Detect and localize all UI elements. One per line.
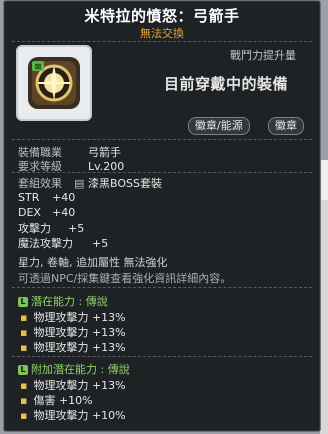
stat-value: +40 [52, 191, 76, 204]
legendary-badge-icon: L [18, 297, 28, 307]
additional-potential-header: L 附加潛在能力 : 傳說 [18, 361, 130, 377]
emblem-icon: ⊠ [28, 57, 80, 109]
enhance-status-text: 星力, 卷軸, 追加屬性 無法強化 [18, 256, 168, 269]
divider [12, 41, 312, 42]
set-effect-label: 套組效果 [18, 177, 62, 190]
bullet-icon: ▪ [20, 326, 28, 339]
stat-value: +5 [68, 222, 85, 235]
power-increase-label: 戰鬥力提升量 [230, 49, 296, 62]
bullet-icon: ▪ [20, 379, 28, 392]
stat-value: +40 [52, 206, 76, 219]
item-icon-frame: ⊠ [16, 45, 92, 121]
bullet-icon: ▪ [20, 341, 28, 354]
stat-row-str: STR +40 [18, 191, 75, 204]
tag-emblem: 徽章 [268, 117, 304, 135]
background-panel [320, 200, 328, 434]
stat-value: +5 [92, 237, 109, 250]
stat-name: DEX [18, 206, 41, 219]
item-name: 米特拉的憤怒：弓箭手 [84, 7, 240, 25]
stat-row-dex: DEX +40 [18, 206, 75, 219]
window-edge [320, 160, 328, 200]
stat-name: STR [18, 191, 40, 204]
stat-row-magic-attack: 魔法攻擊力 +5 [18, 235, 108, 251]
potential-header: L 潛在能力 : 傳說 [18, 293, 108, 309]
svg-text:⊠: ⊠ [35, 62, 42, 71]
trade-status: 無法交換 [140, 27, 184, 40]
set-effect-row: 套組效果 ▤ 漆黑BOSS套裝 [18, 175, 162, 191]
set-effect-value: 漆黑BOSS套裝 [88, 177, 162, 190]
divider [12, 139, 312, 140]
additional-potential-line: ▪ 物理攻擊力 +10% [20, 409, 126, 422]
lock-icon: ▤ [74, 177, 85, 190]
potential-line: ▪ 物理攻擊力 +13% [20, 341, 126, 354]
item-tooltip: 米特拉的憤怒：弓箭手 無法交換 ⊠ 戰鬥力提升量 目前穿戴中的裝備 徽章/能源 … [3, 0, 321, 432]
divider [12, 287, 312, 288]
potential-line: ▪ 物理攻擊力 +13% [20, 311, 126, 324]
equipped-status-text: 目前穿戴中的裝備 [164, 75, 289, 93]
potential-line: ▪ 物理攻擊力 +13% [20, 326, 126, 339]
bullet-icon: ▪ [20, 409, 28, 422]
stat-name: 攻擊力 [18, 222, 51, 235]
additional-potential-line: ▪ 傷害 +10% [20, 394, 93, 407]
additional-potential-line: ▪ 物理攻擊力 +13% [20, 379, 126, 392]
potential-title: 潛在能力 : 傳說 [31, 295, 108, 308]
divider [12, 356, 312, 357]
stat-name: 魔法攻擊力 [18, 237, 73, 250]
legendary-badge-icon: L [18, 365, 28, 375]
bullet-icon: ▪ [20, 311, 28, 324]
additional-potential-title: 附加潛在能力 : 傳說 [31, 363, 130, 376]
bullet-icon: ▪ [20, 394, 28, 407]
stat-row-attack: 攻擊力 +5 [18, 220, 84, 236]
enhance-info-note: 可透過NPC/採集鍵查看強化資訊詳細內容。 [18, 272, 232, 285]
tag-emblem-energy: 徽章/能源 [188, 117, 250, 135]
divider [12, 172, 312, 173]
